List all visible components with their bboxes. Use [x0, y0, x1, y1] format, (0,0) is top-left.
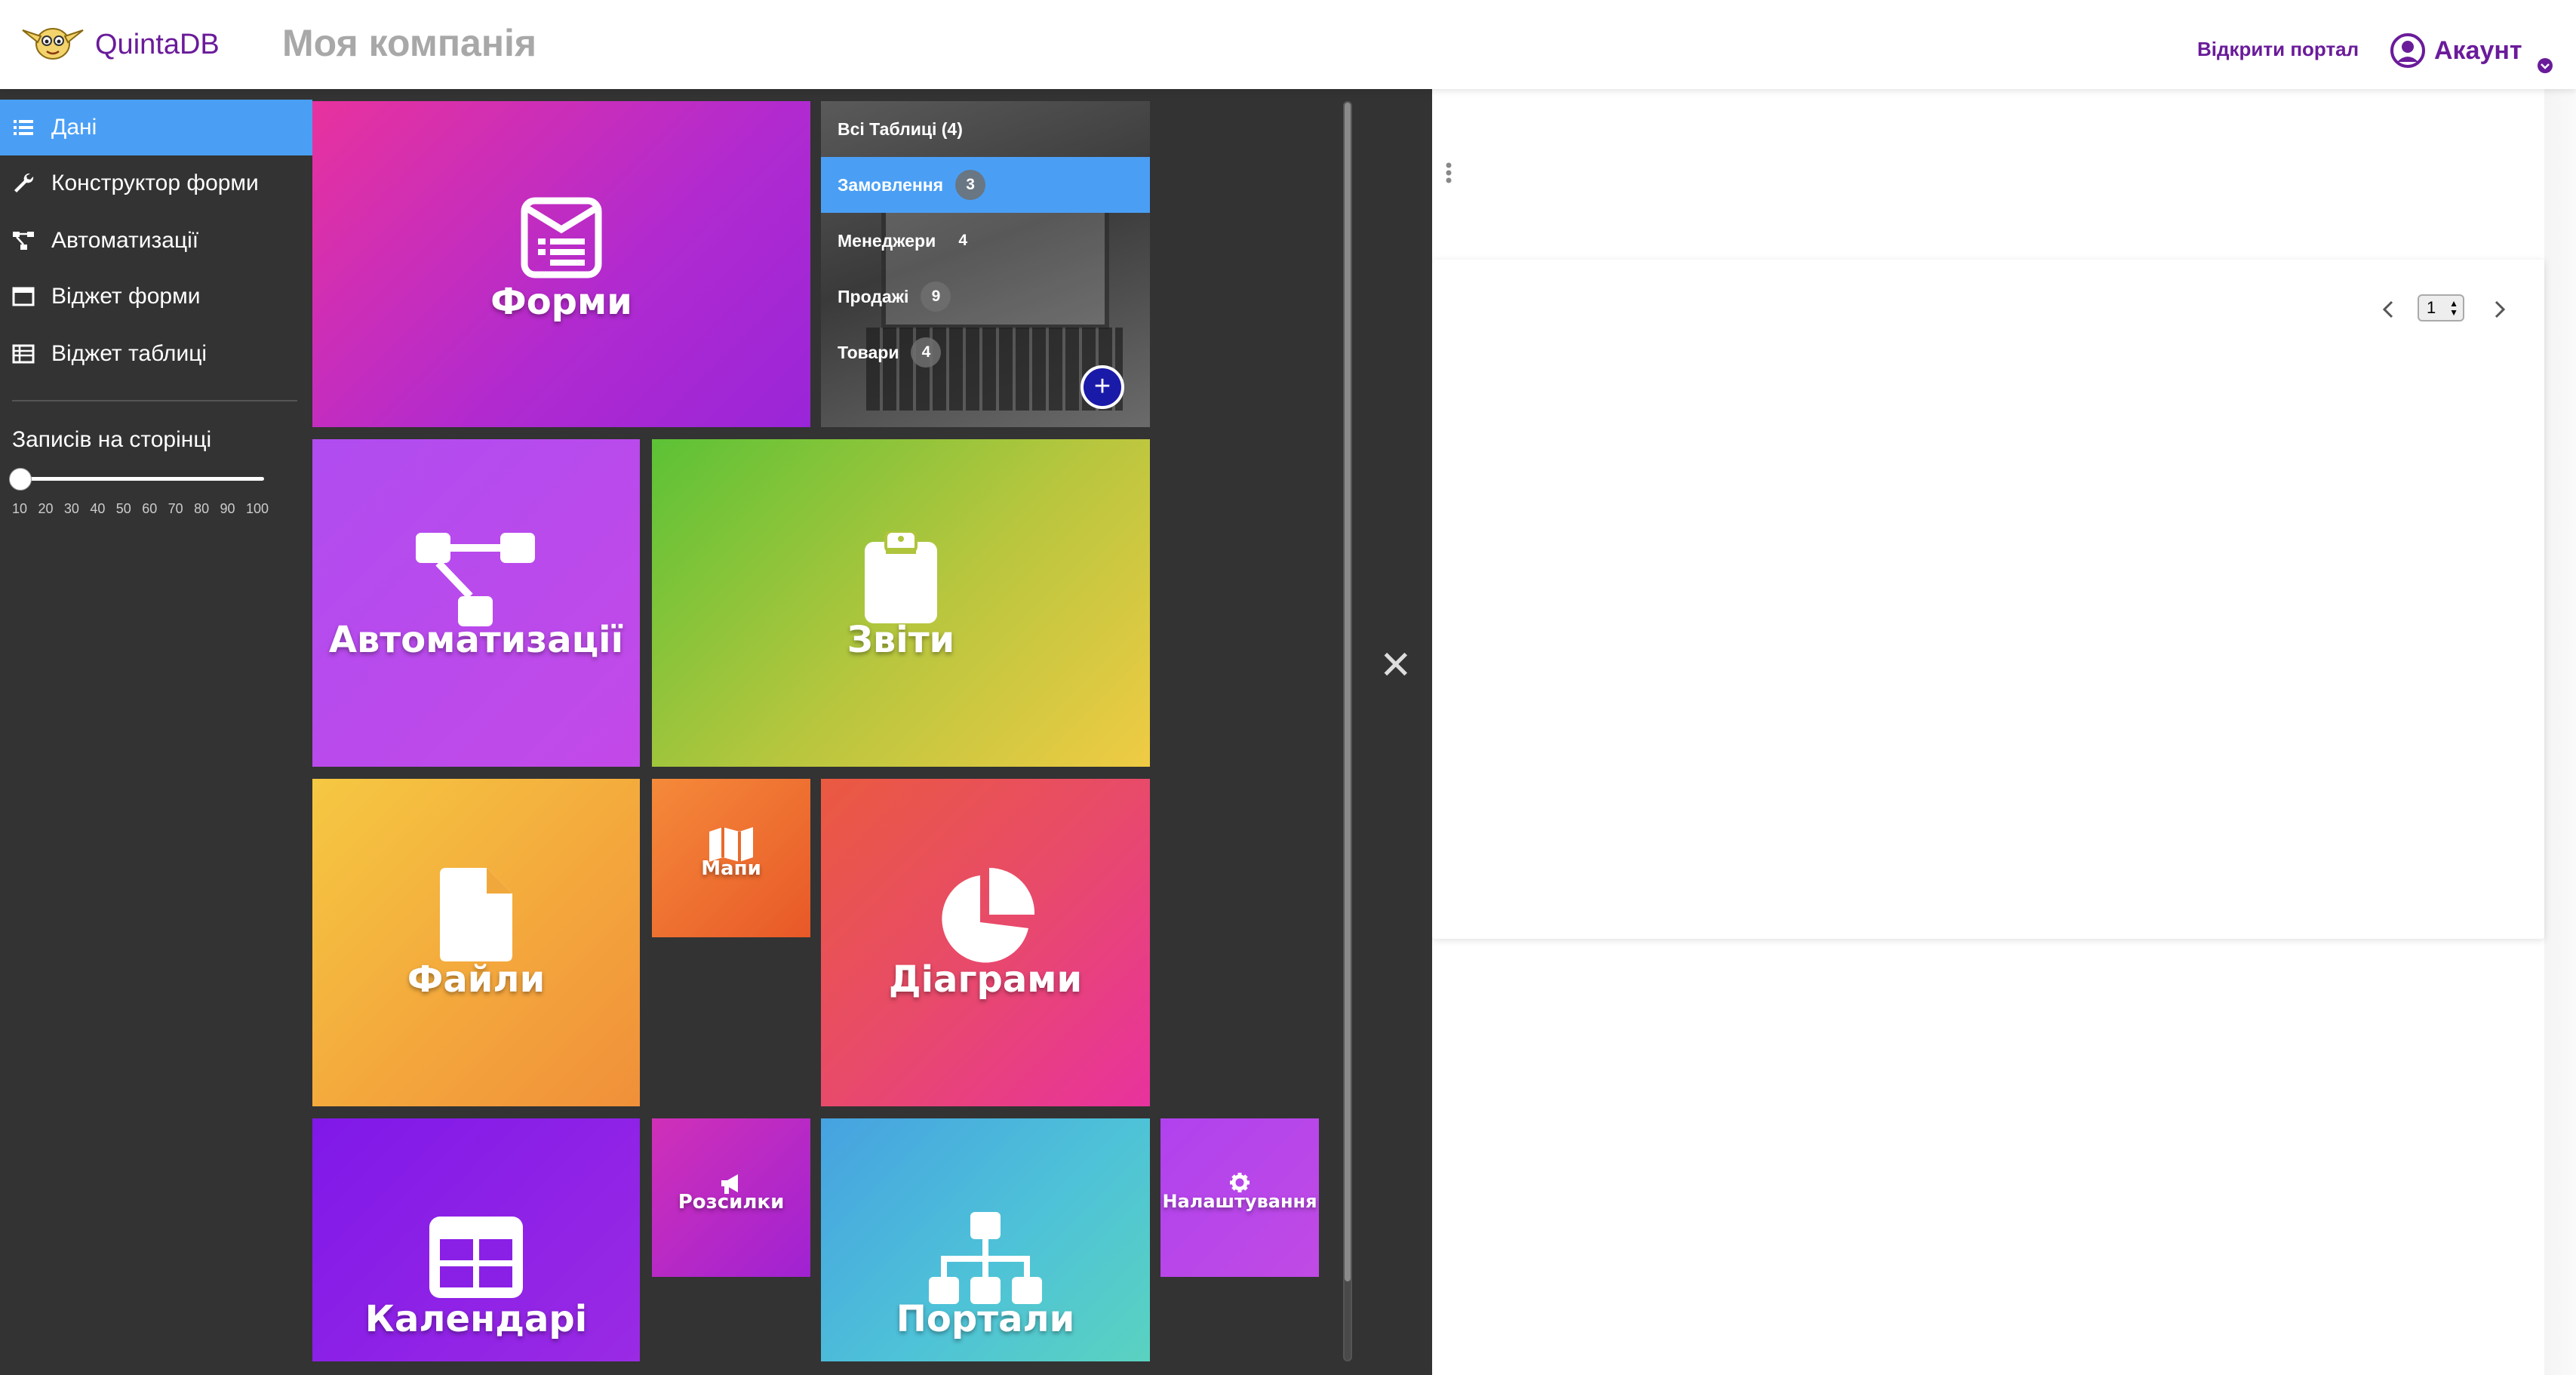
gear-icon [1230, 1173, 1250, 1192]
tile-portals[interactable]: Портали [821, 1118, 1150, 1361]
table-name: Продажі [838, 286, 909, 306]
pie-chart-icon [942, 868, 1034, 963]
table-row[interactable]: Замовлення 3 [821, 157, 1150, 213]
table-count-badge: 4 [958, 232, 968, 249]
kebab-menu-icon[interactable] [1444, 161, 1453, 184]
all-tables-link[interactable]: Всі Таблиці (4) [821, 101, 1150, 157]
app-header: QuintaDB Моя компанія Відкрити портал Ак… [0, 0, 2576, 89]
sidebar-item-label: Віджет форми [51, 284, 201, 309]
close-icon[interactable]: ✕ [1379, 646, 1412, 685]
newspaper-form-icon [521, 197, 602, 278]
chevron-left-icon[interactable] [2378, 296, 2399, 323]
sitemap-icon [13, 232, 34, 250]
tile-files-label: Файли [407, 958, 546, 1001]
add-table-button[interactable]: + [1081, 365, 1124, 409]
select-arrows-icon: ▲ ▼ [2449, 298, 2458, 318]
sidebar-item-table-widget[interactable]: Віджет таблиці [0, 326, 312, 382]
tile-automations-label: Автоматизації [328, 619, 624, 661]
user-circle-icon [2390, 33, 2425, 68]
sidebar-item-form-builder[interactable]: Конструктор форми [0, 155, 312, 211]
sidebar-item-form-widget[interactable]: Віджет форми [0, 269, 312, 325]
per-page-ticks: 10 20 30 40 50 60 70 80 90 100 [12, 501, 269, 517]
tile-calendars[interactable]: Календарі [312, 1118, 640, 1361]
sidebar-item-label: Конструктор форми [51, 171, 259, 195]
calendar-grid-icon [429, 1217, 523, 1298]
tile-forms-label: Форми [490, 281, 632, 323]
tick-label: 40 [90, 501, 106, 516]
tick-label: 90 [220, 501, 235, 516]
table-count-badge: 4 [911, 337, 942, 368]
clipboard-icon [865, 531, 937, 623]
tile-reports[interactable]: Звіти [652, 439, 1150, 767]
tile-settings-label: Налаштування [1162, 1191, 1317, 1212]
table-count-badge: 3 [955, 170, 986, 200]
tick-label: 10 [12, 501, 28, 516]
sidebar-divider [12, 400, 297, 401]
company-name[interactable]: Моя компанія [282, 21, 536, 65]
records-card [1432, 260, 2544, 939]
tile-portals-label: Портали [896, 1298, 1075, 1340]
tick-label: 20 [38, 501, 54, 516]
sitemap-tree-icon [929, 1212, 1042, 1304]
tick-label: 60 [142, 501, 158, 516]
tile-charts-label: Діаграми [888, 958, 1083, 1001]
window-icon [12, 287, 35, 306]
sidebar-item-label: Автоматизації [51, 228, 199, 253]
tile-reports-label: Звіти [847, 619, 955, 661]
sidebar-item-data[interactable]: Дані [0, 100, 312, 155]
sidebar-item-label: Дані [51, 115, 97, 140]
page-select-value: 1 [2427, 298, 2436, 317]
tile-files[interactable]: Файли [312, 779, 640, 1106]
brand-name[interactable]: QuintaDB [95, 29, 220, 61]
page-select[interactable]: 1 ▲ ▼ [2418, 294, 2464, 321]
sidebar-item-label: Віджет таблиці [51, 341, 207, 366]
per-page-slider-handle[interactable] [9, 468, 32, 491]
tick-label: 100 [245, 501, 269, 516]
open-portal-link[interactable]: Відкрити портал [2197, 38, 2359, 61]
tick-label: 80 [194, 501, 210, 516]
per-page-slider-track[interactable] [15, 477, 264, 481]
table-name: Замовлення [838, 174, 944, 195]
tick-label: 50 [115, 501, 131, 516]
tile-maps[interactable]: Мапи [652, 779, 810, 937]
tile-mailings-label: Розсилки [678, 1191, 785, 1214]
menu-scrollbar-thumb[interactable] [1345, 103, 1351, 1281]
table-row[interactable]: Менеджери 4 [821, 213, 1150, 269]
tile-maps-label: Мапи [701, 857, 761, 880]
tick-label: 70 [168, 501, 183, 516]
page-edge [2544, 89, 2576, 1375]
all-tables-label: Всі Таблиці (4) [838, 118, 963, 139]
wrench-icon [14, 173, 34, 192]
chevron-right-icon[interactable] [2488, 296, 2510, 323]
account-label: Акаунт [2434, 35, 2522, 65]
per-page-title: Записів на сторінці [12, 427, 212, 452]
table-count-badge: 9 [921, 281, 951, 312]
table-icon [12, 344, 35, 364]
tick-label: 30 [63, 501, 79, 516]
tile-mailings[interactable]: Розсилки [652, 1118, 810, 1277]
file-icon [440, 868, 512, 961]
tile-calendars-label: Календарі [364, 1298, 588, 1340]
table-name: Товари [838, 342, 899, 362]
chevron-down-icon[interactable] [2537, 57, 2553, 74]
account-menu[interactable]: Акаунт [2390, 32, 2522, 69]
table-name: Менеджери [838, 230, 936, 251]
list-icon [14, 120, 33, 135]
sidebar-item-automations[interactable]: Автоматизації [0, 213, 312, 269]
quintadb-logo-icon[interactable] [18, 17, 88, 65]
tile-forms[interactable]: Форми [312, 101, 810, 427]
tile-charts[interactable]: Діаграми [821, 779, 1150, 1106]
table-row[interactable]: Продажі 9 [821, 269, 1150, 325]
tile-settings[interactable]: Налаштування [1160, 1118, 1319, 1277]
sitemap-icon [416, 533, 535, 626]
tile-automations[interactable]: Автоматизації [312, 439, 640, 767]
